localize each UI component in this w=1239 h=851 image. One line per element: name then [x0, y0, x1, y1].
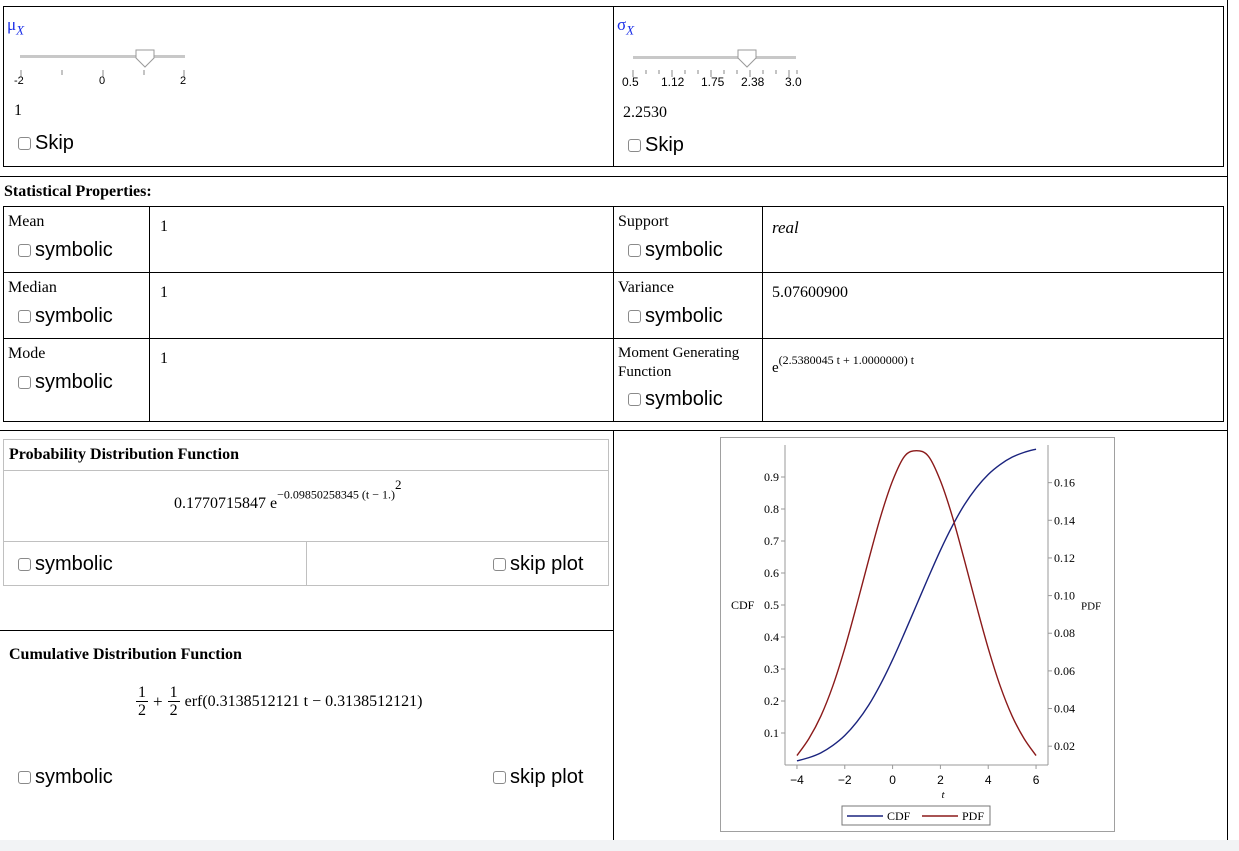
section-divider: [0, 430, 1228, 431]
variance-value: 5.07600900: [772, 284, 848, 301]
median-symbolic-checkbox[interactable]: symbolic: [18, 305, 113, 328]
mgf-value: e(2.5380045 t + 1.0000000) t: [772, 353, 915, 376]
mu-slider-ticks: [20, 65, 185, 77]
support-value: real: [772, 218, 799, 237]
mgf-exponent: (2.5380045 t + 1.0000000) t: [778, 353, 915, 367]
median-label: Median: [8, 279, 57, 296]
mode-value: 1: [160, 350, 168, 367]
support-label: Support: [618, 213, 669, 230]
mu-slider-track[interactable]: [20, 55, 185, 58]
checkbox-icon[interactable]: [18, 558, 31, 571]
stats-row-divider: [613, 338, 1224, 339]
half-fraction: 12: [136, 684, 148, 719]
sigma-tick-label: 2.38: [741, 75, 765, 89]
mu-value-readout: 1: [14, 102, 22, 119]
mu-tick-label: 2: [180, 75, 187, 87]
pdf-skip-plot-checkbox[interactable]: skip plot: [493, 553, 583, 576]
mgf-label-line2: Function: [618, 364, 672, 380]
stats-row-divider: [3, 272, 614, 273]
mean-value: 1: [160, 218, 168, 235]
pdf-cell-divider: [306, 541, 307, 586]
sigma-tick-label: 0.5: [622, 75, 639, 89]
variance-label: Variance: [618, 279, 674, 296]
section-divider: [0, 176, 1228, 177]
sigma-tick-label: 3.0: [785, 75, 802, 89]
pdf-symbolic-checkbox[interactable]: symbolic: [18, 553, 113, 576]
pdf-heading: Probability Distribution Function: [9, 446, 239, 463]
cdf-formula: 12 + 12 erf(0.3138512121 t − 0.313851212…: [136, 684, 423, 719]
mean-symbolic-checkbox[interactable]: symbolic: [18, 239, 113, 262]
mgf-label-line1: Moment Generating: [618, 345, 740, 361]
mu-skip-checkbox[interactable]: Skip: [18, 132, 74, 155]
sigma-tick-label: 1.75: [701, 75, 725, 89]
sigma-skip-checkbox[interactable]: Skip: [628, 134, 684, 157]
checkbox-icon[interactable]: [18, 244, 31, 257]
cdf-symbolic-checkbox[interactable]: symbolic: [18, 766, 113, 789]
support-symbolic-checkbox[interactable]: symbolic: [628, 239, 723, 262]
stats-left-col-divider: [149, 206, 150, 422]
mode-symbolic-checkbox[interactable]: symbolic: [18, 371, 113, 394]
pdf-row-divider: [3, 470, 609, 471]
bottom-strip: [0, 840, 1239, 851]
stats-heading: Statistical Properties:: [4, 183, 152, 200]
half-fraction: 12: [167, 684, 180, 719]
median-value: 1: [160, 284, 168, 301]
sigma-label: σX: [617, 15, 635, 38]
checkbox-icon[interactable]: [628, 139, 641, 152]
checkbox-icon[interactable]: [18, 771, 31, 784]
sigma-slider-ticks: [632, 65, 798, 77]
mgf-symbolic-checkbox[interactable]: symbolic: [628, 388, 723, 411]
mu-tick-label: -2: [14, 75, 24, 87]
right-edge-line: [1227, 0, 1228, 840]
checkbox-icon[interactable]: [18, 310, 31, 323]
lower-column-divider: [613, 430, 614, 840]
checkbox-icon[interactable]: [493, 771, 506, 784]
checkbox-icon[interactable]: [493, 558, 506, 571]
checkbox-icon[interactable]: [18, 376, 31, 389]
checkbox-icon[interactable]: [628, 244, 641, 257]
cdf-skip-plot-checkbox[interactable]: skip plot: [493, 766, 583, 789]
sigma-tick-label: 1.12: [661, 75, 685, 89]
mode-label: Mode: [8, 345, 46, 362]
plot-frame: [720, 437, 1115, 832]
variance-symbolic-checkbox[interactable]: symbolic: [628, 305, 723, 328]
stats-row-divider: [3, 338, 614, 339]
mu-label: μX: [7, 15, 25, 38]
stats-row-divider: [613, 272, 1224, 273]
mu-slider-panel: [3, 6, 614, 167]
sigma-value-readout: 2.2530: [623, 104, 667, 121]
erf-term: erf(0.3138512121 t − 0.3138512121): [184, 692, 423, 710]
mgf-label: Moment Generating Function: [618, 344, 739, 382]
checkbox-icon[interactable]: [628, 393, 641, 406]
checkbox-icon[interactable]: [628, 310, 641, 323]
cdf-section-divider: [0, 630, 614, 631]
checkbox-icon[interactable]: [18, 137, 31, 150]
mean-label: Mean: [8, 213, 45, 230]
mu-tick-label: 0: [99, 75, 106, 87]
sigma-slider-track[interactable]: [633, 56, 796, 59]
pdf-formula: 0.1770715847 e−0.09850258345 (t − 1.)2: [174, 477, 402, 513]
cdf-heading: Cumulative Distribution Function: [9, 646, 242, 663]
stats-right-col-divider: [762, 206, 763, 422]
